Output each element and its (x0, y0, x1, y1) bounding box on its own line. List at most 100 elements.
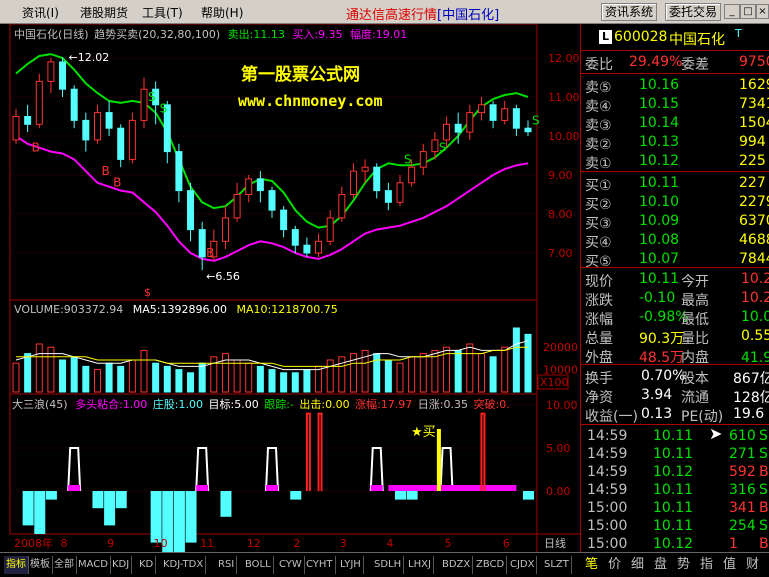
stat2-value: 19.6 (733, 406, 765, 422)
indicator-down-bar (523, 491, 534, 500)
quote-tab[interactable]: 财 (746, 556, 759, 574)
volume-bar (256, 365, 264, 393)
tick-price: 10.11 (653, 500, 694, 516)
stat-label: 最低 (681, 312, 709, 328)
tick-row: 14:59 10.11 271 S (581, 445, 769, 464)
sell-signal: S (404, 152, 412, 166)
bottom-tab[interactable]: KDJ (110, 556, 133, 574)
info-system-button[interactable]: 资讯系统 (601, 3, 658, 21)
period-label[interactable]: 日线 (544, 536, 566, 550)
bottom-tab[interactable]: 模板 (28, 556, 53, 574)
ask-price: 10.13 (639, 134, 680, 150)
tick-volume: 1 (729, 536, 738, 552)
quote-separator (581, 364, 769, 365)
chart-area[interactable]: 中国石化(日线) 趋势买卖(20,32,80,100) 卖出:11.13 买入:… (0, 24, 580, 552)
bottom-tab[interactable]: SLZT (542, 556, 572, 574)
quote-tab[interactable]: 笔 (585, 556, 598, 574)
tick-time: 15:00 (587, 536, 628, 552)
bottom-tab[interactable]: CJDX (508, 556, 538, 574)
quote-tab[interactable]: 值 (723, 556, 736, 574)
quote-tab[interactable]: 势 (677, 556, 690, 574)
indicator-l7: 日涨:0.35 (418, 398, 468, 411)
bottom-tab[interactable]: CYHT (304, 556, 336, 574)
volume-bar (419, 353, 427, 393)
menu-help[interactable]: 帮助(H) (201, 4, 243, 21)
candle-body (512, 108, 520, 129)
indicator-l3: 目标:5.00 (209, 397, 259, 411)
bid-label: 买④ (585, 235, 612, 251)
volume-bar (24, 353, 32, 393)
indicator-target-line (195, 447, 210, 492)
stat-label: 涨幅 (585, 312, 613, 328)
time-axis-labels: 2008年 8 9 10 11 12 2 3 4 5 6 (14, 536, 510, 550)
indicator-target-line (265, 447, 279, 492)
maximize-button[interactable]: □ (740, 4, 756, 19)
bottom-tab[interactable]: KDJ-TDX (161, 556, 207, 574)
stat2-value: 867亿 (733, 371, 769, 387)
band-layer (15, 53, 529, 262)
candle-body (338, 194, 346, 219)
quote-title: L 600028 中国石化 T (581, 27, 769, 50)
candle-body (524, 127, 532, 133)
indicator-target-line (439, 447, 454, 492)
menu-info[interactable]: 资讯(I) (22, 4, 59, 21)
bottom-tab[interactable]: LYJH (338, 556, 364, 574)
candle-body (128, 119, 136, 160)
tick-row: 14:59 10.11 610 S (581, 427, 769, 446)
time-tick-label: 3 (340, 537, 347, 550)
time-tick-label: 9 (107, 537, 114, 550)
candle-body (326, 217, 334, 242)
menu-tools[interactable]: 工具(T) (142, 4, 183, 21)
volume-bar (501, 346, 509, 393)
tick-price: 10.11 (653, 518, 694, 534)
indicator-down-bar (150, 491, 162, 543)
stat-label: 现价 (585, 274, 613, 290)
indicator-down-bar (115, 491, 127, 509)
close-button[interactable]: × (756, 4, 769, 19)
bottom-tab[interactable]: 指标 (4, 556, 29, 574)
bottom-tab[interactable]: MACD (76, 556, 111, 574)
volume-bar (315, 365, 323, 393)
tick-volume: 341 (729, 500, 756, 516)
volume-bar (140, 349, 148, 393)
indicator-layer (22, 412, 534, 552)
bid-label: 买② (585, 197, 612, 213)
watermark-url: www.chnmoney.com (238, 92, 383, 110)
time-tick-label: 6 (503, 537, 510, 550)
stat-value: 10.23 (741, 271, 769, 287)
volume-multiplier: X100 (540, 376, 569, 389)
bottom-tab[interactable]: CYW (277, 556, 305, 574)
indicator-down-bar (45, 491, 57, 500)
candle-body (105, 112, 113, 129)
price-tick-label: 11.00 (548, 91, 580, 104)
sell-signal: S (532, 113, 540, 127)
indicator-l5: 出击:0.00 (299, 397, 349, 411)
volume-bar (338, 356, 346, 393)
app-title-text: 通达信高速行情 (346, 8, 438, 23)
indicator-down-bar (92, 491, 104, 509)
bottom-tab[interactable]: RSI (216, 556, 238, 574)
volume-bar (408, 356, 416, 393)
quote-tab[interactable]: 价 (608, 556, 621, 574)
indicator-down-bar (395, 491, 406, 500)
trade-button[interactable]: 委托交易 (665, 3, 722, 21)
minimize-button[interactable]: _ (724, 4, 740, 19)
quote-tab[interactable]: 细 (631, 556, 644, 574)
bottom-tab[interactable]: BDZX (440, 556, 474, 574)
bottom-tab[interactable]: KD (137, 556, 157, 574)
volume-bar (175, 369, 183, 393)
bottom-tab[interactable]: 全部 (52, 556, 77, 574)
stat-row: 涨跌 -0.10 最高 10.27 (581, 289, 769, 309)
quote-tab[interactable]: 指 (700, 556, 713, 574)
bottom-tab[interactable]: LHXJ (406, 556, 434, 574)
candle-body (47, 61, 55, 82)
tick-row: 15:00 10.11 254 S (581, 517, 769, 536)
bottom-tab[interactable]: SDLH (372, 556, 405, 574)
volume-bar (466, 343, 474, 393)
menu-hk-futures[interactable]: 港股期货 (80, 4, 128, 21)
bottom-tab[interactable]: ZBCD (474, 556, 508, 574)
volume-bar (221, 353, 229, 393)
bottom-tab[interactable]: BOLL (243, 556, 274, 574)
weibi-label: 委比 (585, 57, 613, 73)
quote-tab[interactable]: 盘 (654, 556, 667, 574)
